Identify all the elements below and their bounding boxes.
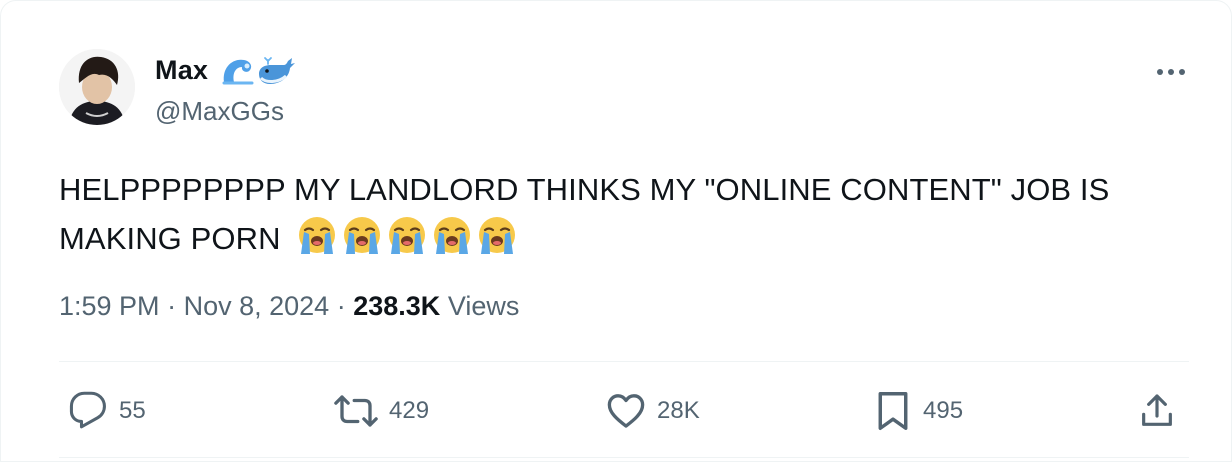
more-horizontal-icon <box>1157 69 1185 75</box>
tweet-text-line-1: HELPPPPPPPP MY LANDLORD THINKS MY "ONLIN… <box>59 172 1110 207</box>
repost-count: 429 <box>389 397 430 424</box>
share-button[interactable] <box>1137 383 1177 439</box>
loudly-crying-face-icon <box>389 217 426 254</box>
crying-emoji-row <box>295 214 519 258</box>
reply-icon <box>69 391 106 429</box>
tweet-date[interactable]: Nov 8, 2024 <box>184 291 330 321</box>
heart-icon <box>607 394 645 428</box>
name-badges <box>220 56 296 86</box>
author-display-name[interactable]: Max <box>155 55 208 86</box>
more-options-button[interactable] <box>1151 57 1191 87</box>
tweet-text: HELPPPPPPPP MY LANDLORD THINKS MY "ONLIN… <box>59 166 1189 263</box>
meta-separator: · <box>167 291 177 321</box>
loudly-crying-face-icon <box>344 217 381 254</box>
meta-separator: · <box>336 291 346 321</box>
bookmark-count: 495 <box>923 397 964 424</box>
like-count: 28K <box>657 397 700 424</box>
loudly-crying-face-icon <box>479 217 516 254</box>
avatar-image <box>59 49 135 125</box>
reply-count: 55 <box>119 397 146 424</box>
divider <box>59 457 1189 458</box>
loudly-crying-face-icon <box>299 217 336 254</box>
repost-button[interactable]: 429 <box>333 383 429 439</box>
bookmark-button[interactable]: 495 <box>873 383 963 439</box>
action-bar: 55 429 28K 495 <box>59 383 1189 439</box>
bookmark-icon <box>878 392 908 430</box>
loudly-crying-face-icon <box>434 217 471 254</box>
reply-button[interactable]: 55 <box>67 383 146 439</box>
share-icon <box>1142 394 1172 426</box>
avatar[interactable] <box>59 49 135 125</box>
tweet-metadata: 1:59 PM · Nov 8, 2024 · 238.3K Views <box>59 291 519 322</box>
tweet-card: Max @MaxGGs HELPPPPPPPP MY LANDLORD THIN… <box>0 0 1232 462</box>
author-handle[interactable]: @MaxGGs <box>155 96 284 127</box>
tweet-text-line-2-row: MAKING PORN <box>59 214 1189 263</box>
author-name-row: Max <box>155 55 296 86</box>
tweet-text-line-2: MAKING PORN <box>59 221 281 256</box>
divider <box>59 361 1189 362</box>
repost-icon <box>334 395 378 427</box>
tweet-time[interactable]: 1:59 PM <box>59 291 160 321</box>
views-count: 238.3K <box>353 291 441 321</box>
wave-emoji-icon <box>222 59 254 84</box>
whale-emoji-icon <box>259 56 296 84</box>
views-label: Views <box>447 291 520 321</box>
like-button[interactable]: 28K <box>605 383 700 439</box>
